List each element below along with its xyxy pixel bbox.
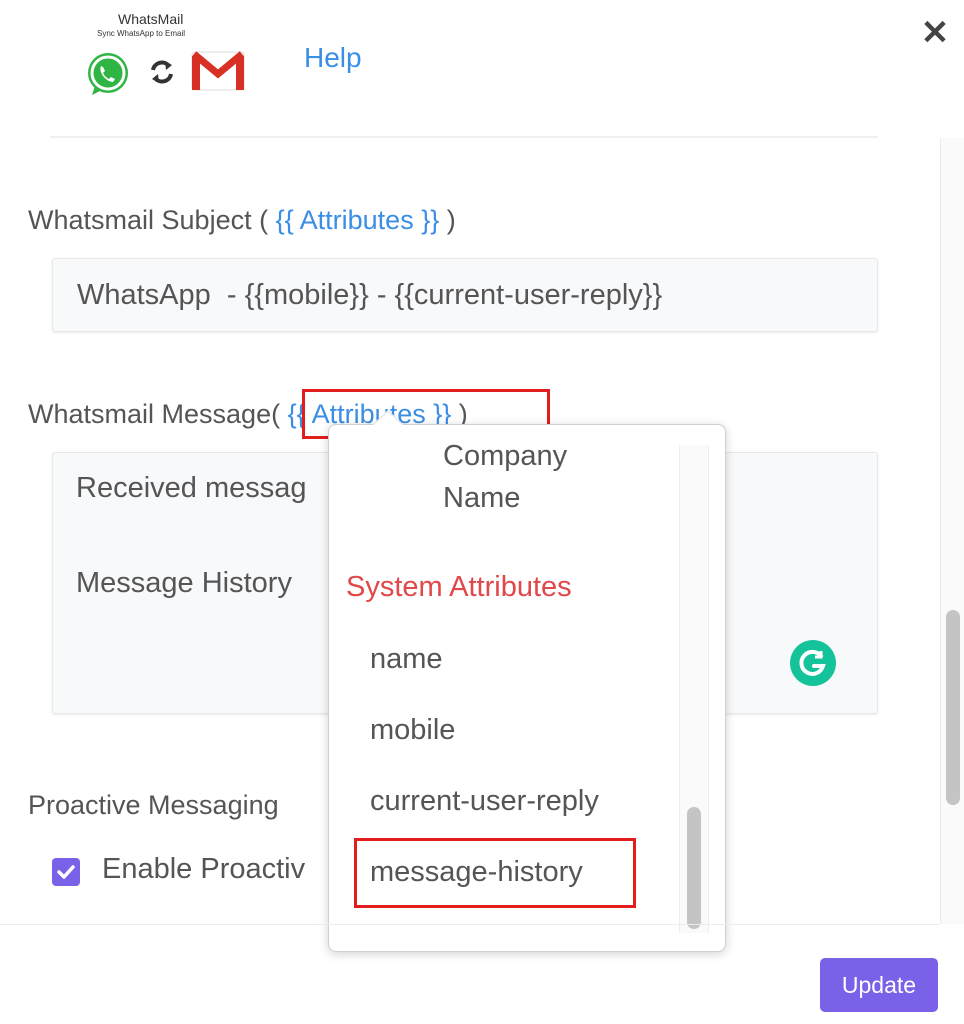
- message-label-text: Whatsmail Message: [28, 399, 272, 429]
- dropdown-item-current-user-reply[interactable]: current-user-reply: [370, 785, 599, 818]
- enable-proactive-checkbox[interactable]: [52, 858, 80, 886]
- message-line-history: Message History: [76, 567, 292, 599]
- subject-label-close: ): [446, 205, 456, 235]
- footer-divider: [0, 924, 940, 925]
- gmail-icon: [190, 50, 246, 97]
- page-scrollbar-thumb[interactable]: [946, 610, 960, 805]
- sync-icon: [148, 58, 176, 91]
- logo-title: WhatsMail: [118, 11, 184, 27]
- dropdown-scrollbar-thumb[interactable]: [687, 807, 701, 929]
- dropdown-item-mobile[interactable]: mobile: [370, 714, 455, 747]
- dropdown-item-company-name[interactable]: Company Name: [443, 435, 603, 519]
- help-link[interactable]: Help: [304, 42, 362, 74]
- close-icon[interactable]: ✕: [918, 14, 952, 52]
- whatsapp-icon: [84, 51, 132, 104]
- dropdown-section-system-attributes: System Attributes: [346, 571, 572, 603]
- check-icon: [57, 865, 75, 879]
- message-label-open: (: [271, 399, 281, 429]
- message-history-highlight: [354, 838, 636, 908]
- logo-tagline: Sync WhatsApp to Email: [97, 29, 186, 38]
- header-divider: [50, 136, 878, 138]
- message-line-received: Received messag: [76, 472, 307, 504]
- page-scrollbar-track[interactable]: [940, 138, 964, 924]
- dropdown-item-name[interactable]: name: [370, 643, 443, 676]
- subject-input[interactable]: WhatsApp - {{mobile}} - {{current-user-r…: [52, 258, 878, 332]
- update-button[interactable]: Update: [820, 958, 938, 1012]
- proactive-messaging-label: Proactive Messaging: [28, 790, 279, 820]
- dropdown-caret-fill: [374, 412, 402, 425]
- subject-label: Whatsmail Subject ( {{ Attributes }} ): [28, 205, 456, 236]
- enable-proactive-label: Enable Proactiv: [102, 853, 306, 885]
- subject-attributes-link[interactable]: {{ Attributes }}: [276, 205, 440, 235]
- subject-label-text: Whatsmail Subject (: [28, 205, 269, 235]
- grammarly-icon[interactable]: [790, 640, 836, 686]
